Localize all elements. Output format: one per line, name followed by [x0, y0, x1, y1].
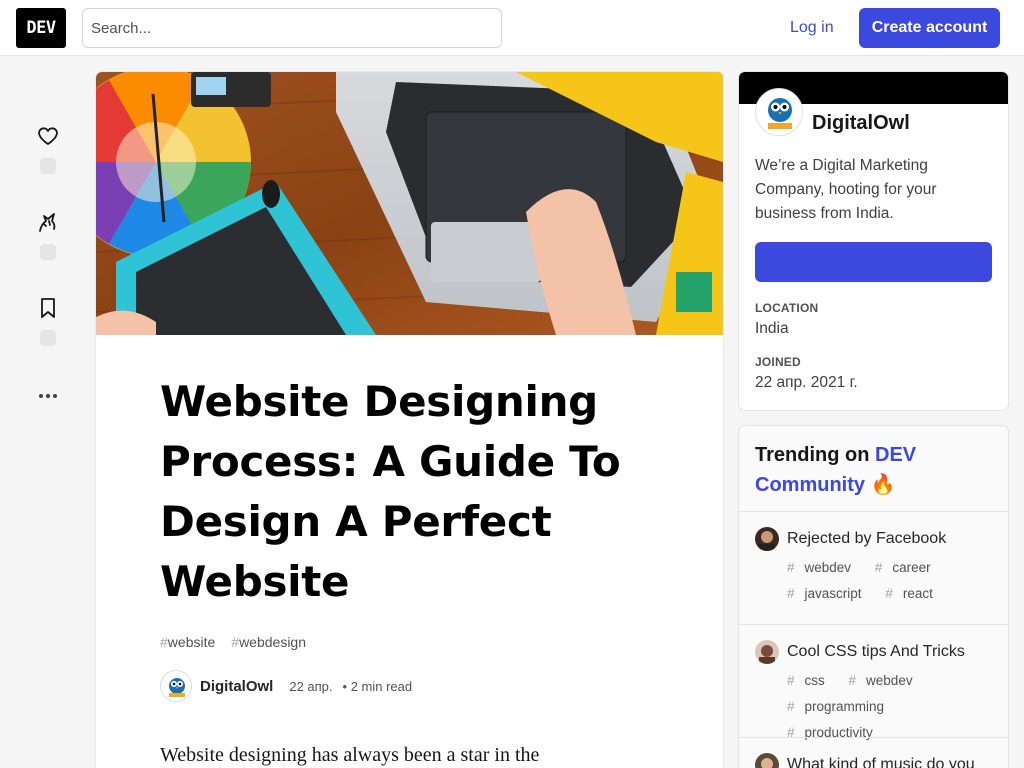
- trend-tag[interactable]: # webdev: [787, 560, 861, 575]
- top-header: DEV Log in Create account: [0, 0, 1024, 56]
- trending-card: Trending on DEV Community 🔥 Rejected by …: [739, 426, 1008, 768]
- trending-item[interactable]: What kind of music do you: [739, 737, 1008, 768]
- location-label: Location: [755, 301, 819, 315]
- author-avatar[interactable]: [160, 670, 192, 702]
- create-account-button[interactable]: Create account: [859, 8, 1000, 48]
- unicorn-action[interactable]: [24, 210, 72, 260]
- read-time: • 2 min read: [342, 678, 413, 694]
- profile-avatar[interactable]: [755, 88, 803, 136]
- trend-tag[interactable]: # react: [885, 586, 943, 601]
- trend-tags: # webdev # career # javascript # react: [787, 555, 997, 607]
- trending-item[interactable]: Cool CSS tips And Tricks # css # webdev # p…: [739, 624, 1008, 740]
- article-card: Website Designing Process: A Guide To De…: [96, 72, 723, 768]
- joined-label: Joined: [755, 355, 801, 369]
- tag-website[interactable]: #website: [160, 634, 215, 650]
- follow-button[interactable]: [755, 242, 992, 282]
- trend-author-avatar: [755, 753, 779, 768]
- trend-tags: # css # webdev # programming # productivity: [787, 668, 997, 746]
- author-name[interactable]: DigitalOwl: [200, 678, 273, 695]
- like-action[interactable]: [24, 124, 72, 174]
- profile-description: We’re a Digital Marketing Company, hooti…: [755, 157, 937, 222]
- trend-tag[interactable]: # javascript: [787, 586, 872, 601]
- trend-title[interactable]: What kind of music do you: [787, 756, 997, 768]
- trending-item[interactable]: Rejected by Facebook # webdev # career # ja…: [739, 511, 1008, 624]
- author-row: DigitalOwl 22 апр. • 2 min read: [160, 670, 660, 702]
- dev-logo[interactable]: DEV: [16, 8, 66, 48]
- login-link[interactable]: Log in: [778, 8, 846, 48]
- post-date: 22 апр.: [289, 678, 333, 694]
- bookmark-count: [40, 330, 56, 346]
- search-input[interactable]: [82, 8, 502, 48]
- tag-list: #website #webdesign: [160, 634, 660, 650]
- unicorn-count: [40, 244, 56, 260]
- bookmark-action[interactable]: [24, 296, 72, 346]
- cover-image: [96, 72, 723, 335]
- trend-tag[interactable]: # webdev: [849, 673, 923, 688]
- profile-name[interactable]: DigitalOwl: [812, 112, 910, 135]
- trend-author-avatar: [755, 640, 779, 664]
- joined-value: 22 апр. 2021 г.: [755, 374, 858, 391]
- unicorn-icon: [39, 213, 56, 232]
- bookmark-icon: [41, 298, 55, 318]
- trend-tag[interactable]: # career: [875, 560, 941, 575]
- article-title: Website Designing Process: A Guide To De…: [160, 377, 621, 606]
- fire-icon: 🔥: [870, 474, 896, 496]
- trend-title[interactable]: Rejected by Facebook: [787, 530, 997, 548]
- more-actions[interactable]: [24, 384, 72, 408]
- trend-tag[interactable]: # css: [787, 673, 835, 688]
- location-value: India: [755, 320, 789, 337]
- more-icon: [39, 394, 57, 398]
- tag-webdesign[interactable]: #webdesign: [231, 634, 306, 650]
- author-profile-card: DigitalOwl We’re a Digital Marketing Com…: [739, 72, 1008, 410]
- trend-tag[interactable]: # programming: [787, 699, 894, 714]
- article-intro: Website designing has always been a star…: [160, 744, 540, 766]
- trend-author-avatar: [755, 527, 779, 551]
- like-count: [40, 158, 56, 174]
- heart-icon: [38, 127, 58, 145]
- trend-title[interactable]: Cool CSS tips And Tricks: [787, 643, 997, 661]
- trending-heading: Trending on DEV Community 🔥: [755, 444, 917, 496]
